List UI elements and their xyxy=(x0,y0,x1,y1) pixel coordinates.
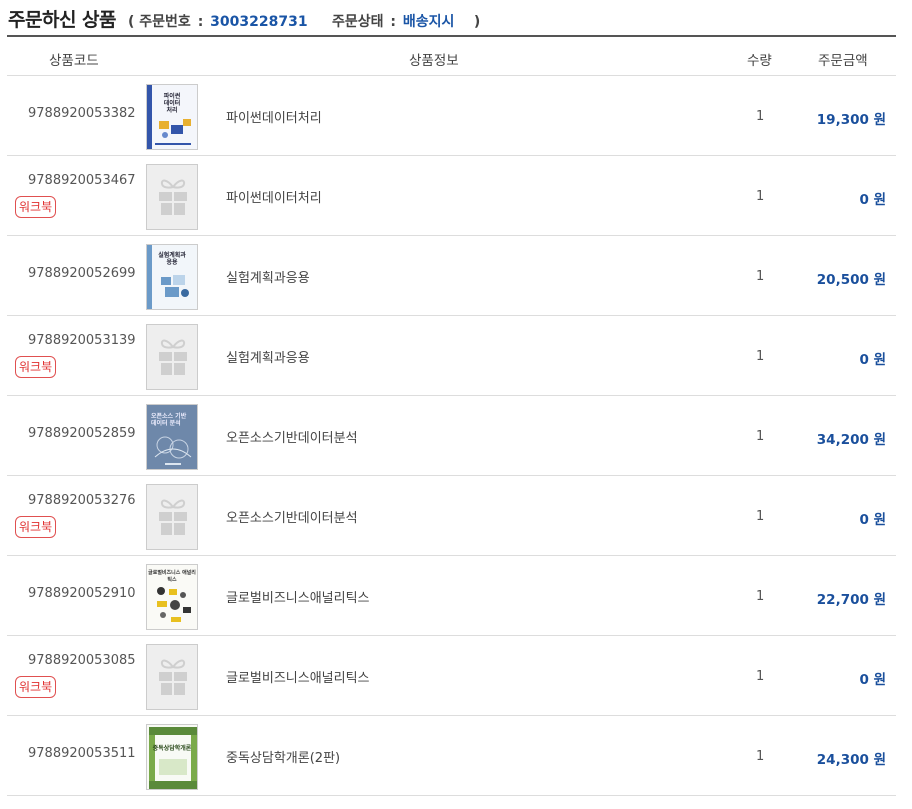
code-cell: 9788920052910 xyxy=(7,556,143,635)
order-items-table: 상품코드 상품정보 수량 주문금액 9788920053382 파이썬 데이터 … xyxy=(7,35,896,796)
placeholder-gift-icon xyxy=(146,164,198,230)
column-header-qty: 수량 xyxy=(747,53,772,69)
product-name[interactable]: 오픈소스기반데이터분석 xyxy=(226,427,358,446)
order-amount: 19,300 원 xyxy=(816,112,886,128)
order-status-label: 주문상태 xyxy=(331,14,384,30)
order-amount: 22,700 원 xyxy=(816,592,886,608)
quantity: 1 xyxy=(756,109,765,124)
workbook-badge: 워크북 xyxy=(15,356,57,378)
product-name[interactable]: 글로벌비즈니스애널리틱스 xyxy=(226,587,370,606)
book-cover-image[interactable]: 글로벌비즈니스 애널리틱스 xyxy=(146,564,198,630)
product-name[interactable]: 파이썬데이터처리 xyxy=(226,107,322,126)
order-amount: 20,500 원 xyxy=(816,272,886,288)
cover-illustration xyxy=(154,436,192,465)
product-code: 9788920053139 xyxy=(28,333,136,348)
product-code: 9788920052699 xyxy=(28,266,136,281)
code-cell: 9788920053276 워크북 xyxy=(7,476,143,555)
book-cover-image[interactable]: 파이썬 데이터 처리 xyxy=(146,84,198,150)
quantity: 1 xyxy=(756,189,765,204)
order-amount: 0 원 xyxy=(859,352,886,368)
code-cell: 9788920053511 xyxy=(7,716,143,795)
order-number: 3003228731 xyxy=(210,14,308,30)
book-cover-image[interactable]: 실험계획과 응용 xyxy=(146,244,198,310)
table-header: 상품코드 상품정보 수량 주문금액 xyxy=(7,37,896,76)
order-amount: 34,200 원 xyxy=(816,432,886,448)
table-row: 9788920052859 오픈소스 기반 데이터 분석 오픈소스기반데이터분석… xyxy=(7,396,896,476)
table-row: 9788920053467 워크북 파이썬데이터처리 1 0 원 xyxy=(7,156,896,236)
quantity: 1 xyxy=(756,669,765,684)
workbook-badge: 워크북 xyxy=(15,516,57,538)
product-code: 9788920053467 xyxy=(28,173,136,188)
placeholder-gift-icon xyxy=(146,644,198,710)
column-header-info: 상품정보 xyxy=(409,53,459,69)
table-row: 9788920052910 글로벌비즈니스 애널리틱스 글로벌비즈니스애널리틱스… xyxy=(7,556,896,636)
product-code: 9788920053085 xyxy=(28,653,136,668)
code-cell: 9788920053382 xyxy=(7,76,143,155)
code-cell: 9788920052859 xyxy=(7,396,143,475)
cover-illustration xyxy=(161,275,189,297)
order-amount: 0 원 xyxy=(859,512,886,528)
open-paren: ( xyxy=(128,14,135,30)
placeholder-gift-icon xyxy=(146,324,198,390)
close-paren: ) xyxy=(473,14,481,30)
order-header: 주문하신 상품 ( 주문번호 : 3003228731 주문상태 : 배송지시 … xyxy=(8,5,480,35)
quantity: 1 xyxy=(756,269,765,284)
cover-illustration xyxy=(155,119,191,145)
product-name[interactable]: 파이썬데이터처리 xyxy=(226,187,322,206)
table-row: 9788920052699 실험계획과 응용 실험계획과응용 1 20,500 … xyxy=(7,236,896,316)
quantity: 1 xyxy=(756,749,765,764)
placeholder-gift-icon xyxy=(146,484,198,550)
order-number-label: 주문번호 xyxy=(139,14,191,30)
book-cover-image[interactable]: 중독상담학개론 xyxy=(146,724,198,790)
page-title: 주문하신 상품 xyxy=(8,9,117,31)
order-meta: ( 주문번호 : 3003228731 주문상태 : 배송지시 ) xyxy=(128,11,480,31)
cover-illustration xyxy=(149,727,197,789)
product-code: 9788920053382 xyxy=(28,106,136,121)
product-code: 9788920053276 xyxy=(28,493,136,508)
quantity: 1 xyxy=(756,589,765,604)
product-name[interactable]: 중독상담학개론(2판) xyxy=(226,747,340,766)
product-name[interactable]: 실험계획과응용 xyxy=(226,347,310,366)
colon: : xyxy=(390,14,396,30)
table-row: 9788920053382 파이썬 데이터 처리 파이썬데이터처리 1 19,3… xyxy=(7,76,896,156)
cover-title: 중독상담학개론 xyxy=(152,745,192,752)
colon: : xyxy=(197,14,204,30)
table-row: 9788920053085 워크북 글로벌비즈니스애널리틱스 1 0 원 xyxy=(7,636,896,716)
product-code: 9788920052910 xyxy=(28,586,136,601)
quantity: 1 xyxy=(756,349,765,364)
order-amount: 0 원 xyxy=(859,672,886,688)
product-code: 9788920052859 xyxy=(28,426,136,441)
order-status: 배송지시 xyxy=(402,14,455,30)
product-name[interactable]: 실험계획과응용 xyxy=(226,267,310,286)
code-cell: 9788920053467 워크북 xyxy=(7,156,143,235)
code-cell: 9788920053139 워크북 xyxy=(7,316,143,395)
product-name[interactable]: 글로벌비즈니스애널리틱스 xyxy=(226,667,370,686)
workbook-badge: 워크북 xyxy=(15,196,57,218)
book-cover-image[interactable]: 오픈소스 기반 데이터 분석 xyxy=(146,404,198,470)
column-header-code: 상품코드 xyxy=(49,53,99,69)
order-amount: 24,300 원 xyxy=(816,752,886,768)
quantity: 1 xyxy=(756,509,765,524)
workbook-badge: 워크북 xyxy=(15,676,57,698)
table-row: 9788920053276 워크북 오픈소스기반데이터분석 1 0 원 xyxy=(7,476,896,556)
cover-illustration xyxy=(157,587,191,622)
order-amount: 0 원 xyxy=(859,192,886,208)
product-code: 9788920053511 xyxy=(28,746,136,761)
quantity: 1 xyxy=(756,429,765,444)
table-row: 9788920053139 워크북 실험계획과응용 1 0 원 xyxy=(7,316,896,396)
column-header-price: 주문금액 xyxy=(818,53,868,69)
product-name[interactable]: 오픈소스기반데이터분석 xyxy=(226,507,358,526)
code-cell: 9788920053085 워크북 xyxy=(7,636,143,715)
table-row: 9788920053511 중독상담학개론 중독상담학개론(2판) 1 24,3… xyxy=(7,716,896,796)
code-cell: 9788920052699 xyxy=(7,236,143,315)
